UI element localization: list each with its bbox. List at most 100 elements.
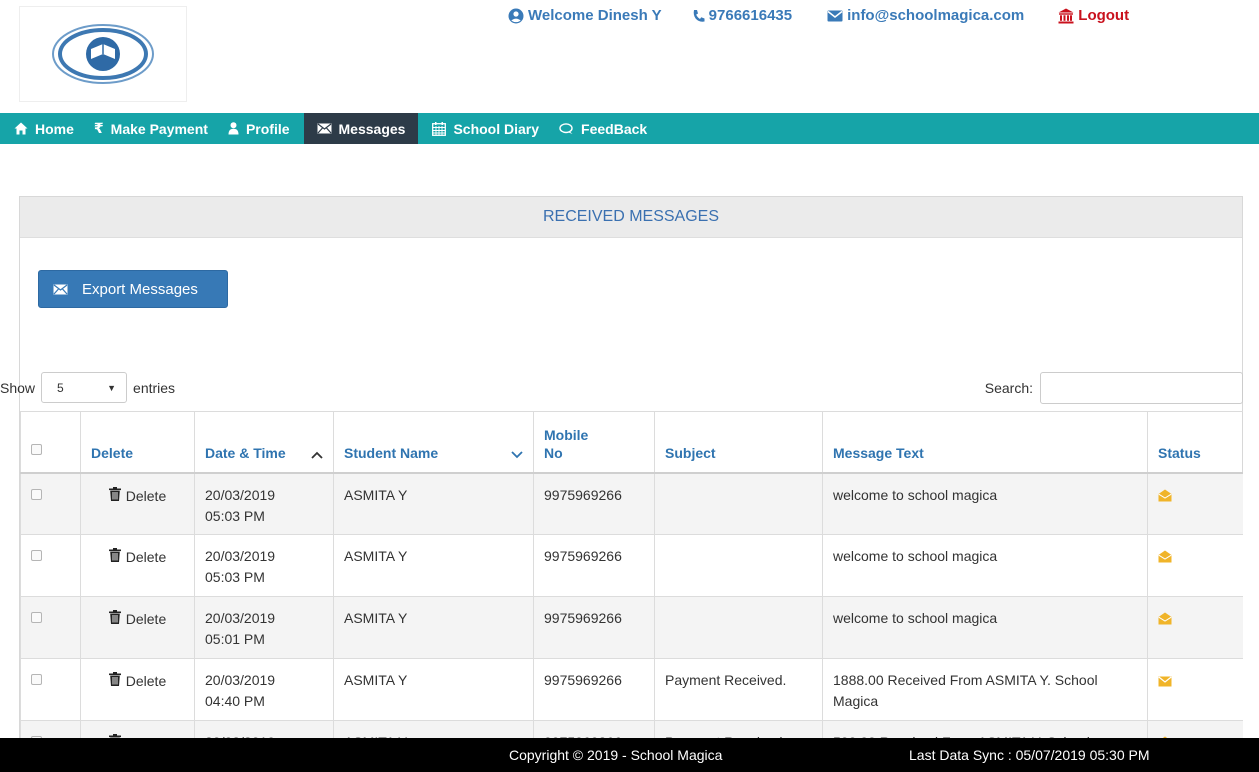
school-logo: [19, 6, 187, 102]
messages-table-wrapper: Delete Date & Time Student Name Mobile N…: [20, 411, 1243, 741]
logout-link[interactable]: Logout: [1058, 7, 1129, 24]
messages-table-body: Delete 20/03/2019 05:03 PM ASMITA Y 99759692…: [20, 472, 1243, 741]
col-status-label: Status: [1158, 444, 1201, 461]
subject-cell: [654, 534, 823, 597]
row-checkbox[interactable]: [31, 612, 42, 623]
envelope-icon: [827, 10, 843, 21]
col-mobile-label: Mobile No: [544, 426, 589, 461]
export-label: Export Messages: [82, 280, 198, 298]
message-time: 05:03 PM: [205, 569, 265, 585]
mobile-cell: 9975969266: [533, 658, 655, 721]
phone-number: 9766616435: [708, 7, 793, 24]
status-cell: [1147, 658, 1243, 721]
select-all-header[interactable]: [20, 411, 81, 474]
status-cell: [1147, 534, 1243, 597]
delete-button[interactable]: Delete: [91, 608, 184, 630]
nav-payment-label: Make Payment: [110, 120, 208, 137]
mobile-cell: 9975969266: [533, 534, 655, 597]
entries-value: 5: [57, 380, 64, 395]
user-icon: [228, 122, 239, 135]
delete-label: Delete: [125, 611, 167, 627]
phone-icon: [693, 9, 705, 22]
select-all-checkbox[interactable]: [31, 443, 42, 455]
last-sync-text: Last Data Sync : 05/07/2019 05:30 PM: [909, 747, 1150, 763]
subject-cell: [654, 596, 823, 659]
nav-messages[interactable]: Messages: [303, 113, 419, 144]
home-icon: [14, 122, 28, 135]
row-checkbox[interactable]: [31, 674, 42, 685]
email-contact[interactable]: info@schoolmagica.com: [827, 7, 1024, 24]
date-time-cell: 20/03/2019 05:03 PM: [194, 472, 334, 535]
col-student-name[interactable]: Student Name: [333, 411, 534, 474]
delete-button[interactable]: Delete: [91, 485, 184, 507]
col-subject[interactable]: Subject: [654, 411, 823, 474]
student-name-cell: ASMITA Y: [333, 658, 534, 721]
message-date: 20/03/2019: [205, 610, 276, 626]
trash-icon: [108, 671, 121, 692]
delete-button[interactable]: Delete: [91, 670, 184, 692]
student-name-cell: ASMITA Y: [333, 534, 534, 597]
nav-diary-label: School Diary: [453, 120, 540, 137]
subject-cell: [654, 472, 823, 535]
delete-label: Delete: [125, 673, 167, 689]
col-message-text[interactable]: Message Text: [822, 411, 1148, 474]
nav-profile-label: Profile: [245, 120, 290, 137]
trash-icon: [108, 486, 121, 507]
delete-cell: Delete: [80, 658, 195, 721]
envelope-icon: [317, 123, 332, 134]
message-date: 20/03/2019: [205, 548, 276, 564]
col-date-time[interactable]: Date & Time: [194, 411, 334, 474]
col-delete: Delete: [80, 411, 195, 474]
student-name-cell: ASMITA Y: [333, 472, 534, 535]
message-date: 20/03/2019: [205, 672, 276, 688]
subject-cell: Payment Received.: [654, 658, 823, 721]
col-subject-label: Subject: [665, 444, 716, 461]
rupee-icon: ₹: [93, 120, 104, 136]
status-cell: [1147, 472, 1243, 535]
sort-desc-icon: [511, 450, 523, 458]
col-student-label: Student Name: [344, 444, 439, 461]
message-time: 05:03 PM: [205, 507, 265, 524]
nav-home[interactable]: Home: [4, 113, 84, 144]
delete-button[interactable]: Delete: [91, 546, 184, 568]
message-text-cell: welcome to school magica: [822, 596, 1148, 659]
welcome-user: Welcome Dinesh Y: [508, 7, 662, 24]
col-date-label: Date & Time: [205, 444, 286, 461]
row-checkbox-cell[interactable]: [20, 472, 81, 535]
search-label: Search:: [984, 380, 1033, 396]
export-messages-button[interactable]: Export Messages: [38, 270, 228, 308]
nav-messages-label: Messages: [338, 120, 406, 137]
message-text-cell: welcome to school magica: [822, 534, 1148, 597]
nav-school-diary[interactable]: School Diary: [422, 113, 549, 144]
header-info: Welcome Dinesh Y 9766616435 info@schoolm…: [508, 7, 1129, 24]
row-checkbox[interactable]: [31, 550, 42, 561]
row-checkbox-cell[interactable]: [20, 596, 81, 659]
phone-contact[interactable]: 9766616435: [692, 7, 792, 24]
table-row: Delete 20/03/2019 04:40 PM ASMITA Y 99759692…: [20, 658, 1243, 721]
bank-icon: [1058, 8, 1074, 23]
nav-profile[interactable]: Profile: [218, 113, 300, 144]
row-checkbox[interactable]: [31, 488, 42, 500]
table-header-row: Delete Date & Time Student Name Mobile N…: [20, 411, 1243, 474]
trash-icon: [108, 547, 121, 568]
panel-title: RECEIVED MESSAGES: [20, 197, 1242, 238]
search-control: Search:: [985, 372, 1243, 404]
welcome-text: Welcome Dinesh Y: [528, 7, 662, 24]
col-message-label: Message Text: [833, 444, 924, 461]
nav-feedback[interactable]: FeedBack: [549, 113, 657, 144]
row-checkbox-cell[interactable]: [20, 658, 81, 721]
search-input[interactable]: [1040, 372, 1243, 404]
message-time: 05:01 PM: [205, 631, 265, 647]
row-checkbox-cell[interactable]: [20, 534, 81, 597]
table-controls: Show 5 ▼ entries Search:: [0, 372, 1243, 404]
message-text-cell: welcome to school magica: [822, 472, 1148, 535]
status-cell: [1147, 596, 1243, 659]
nav-make-payment[interactable]: ₹ Make Payment: [84, 113, 218, 144]
messages-table: Delete Date & Time Student Name Mobile N…: [20, 411, 1243, 741]
col-status[interactable]: Status: [1147, 411, 1243, 474]
col-mobile-no[interactable]: Mobile No: [533, 411, 655, 474]
table-row: Delete 20/03/2019 05:03 PM ASMITA Y 99759692…: [20, 472, 1243, 535]
user-circle-icon: [508, 8, 524, 23]
entries-select[interactable]: 5 ▼: [41, 372, 128, 403]
table-row: Delete 20/03/2019 05:03 PM ASMITA Y 99759692…: [20, 534, 1243, 597]
